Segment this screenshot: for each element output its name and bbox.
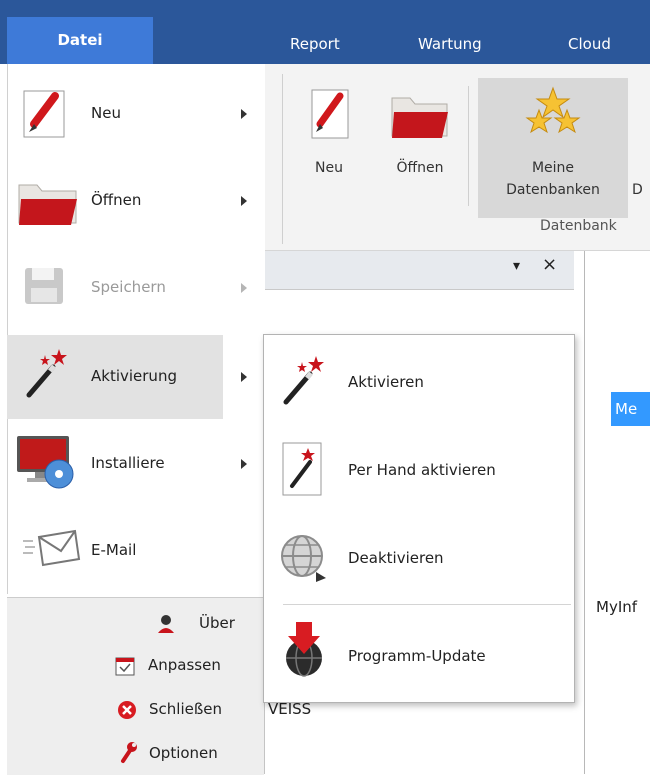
submenu-item-program-update[interactable]: Programm-Update bbox=[266, 610, 571, 694]
ribbon-group-label: Datenbank bbox=[540, 218, 617, 234]
submenu-arrow-icon bbox=[241, 109, 247, 119]
ribbon-open-button[interactable]: Öffnen bbox=[378, 86, 462, 196]
menu-item-activation-label: Aktivierung bbox=[91, 367, 177, 385]
menu-item-open[interactable]: Öffnen bbox=[7, 159, 264, 243]
save-disk-icon bbox=[25, 268, 63, 304]
document-area bbox=[584, 251, 650, 774]
envelope-icon bbox=[23, 529, 81, 567]
menu-item-install[interactable]: Installiere bbox=[7, 422, 264, 506]
stars-icon bbox=[525, 86, 581, 134]
tab-datei[interactable]: Datei bbox=[7, 17, 153, 64]
tab-report[interactable]: Report bbox=[290, 24, 340, 64]
submenu-arrow-icon bbox=[241, 196, 247, 206]
submenu-separator bbox=[283, 604, 571, 605]
close-circle-icon bbox=[118, 701, 136, 719]
menu-item-install-label: Installiere bbox=[91, 454, 165, 472]
ribbon-new-button[interactable]: Neu bbox=[303, 86, 355, 196]
folder-icon bbox=[18, 184, 77, 225]
ribbon-open-label: Öffnen bbox=[396, 160, 444, 176]
menu-item-new[interactable]: Neu bbox=[7, 72, 264, 156]
pane-dropdown-icon[interactable]: ▾ bbox=[513, 258, 520, 274]
ribbon-my-db-line1: Meine bbox=[531, 160, 575, 176]
magic-wand-icon bbox=[26, 349, 67, 398]
menu-item-activation[interactable]: Aktivierung bbox=[7, 335, 264, 419]
submenu-arrow-icon bbox=[241, 372, 247, 382]
submenu-item-deactivate-label: Deaktivieren bbox=[348, 549, 444, 567]
manual-activation-icon bbox=[282, 442, 322, 496]
ribbon-my-db-line2: Datenbanken bbox=[506, 182, 600, 198]
options-button[interactable]: Optionen bbox=[117, 739, 257, 767]
update-globe-icon bbox=[286, 622, 322, 677]
submenu-item-activate[interactable]: Aktivieren bbox=[266, 340, 571, 424]
folder-icon bbox=[391, 97, 448, 138]
ribbon-divider bbox=[468, 86, 469, 206]
user-icon bbox=[158, 615, 174, 633]
document-selection[interactable]: Me bbox=[611, 392, 650, 426]
ribbon-my-databases-button[interactable]: Meine Datenbanken bbox=[478, 78, 628, 218]
submenu-item-manual-activate[interactable]: Per Hand aktivieren bbox=[266, 428, 571, 512]
magic-wand-icon bbox=[283, 356, 324, 405]
calendar-icon bbox=[115, 657, 135, 676]
document-text-myinfo: MyInf bbox=[596, 598, 638, 616]
tab-cloud[interactable]: Cloud bbox=[568, 24, 611, 64]
pane-header bbox=[264, 251, 574, 290]
menu-item-new-label: Neu bbox=[91, 104, 121, 122]
about-button[interactable]: Über bbox=[155, 611, 255, 639]
new-document-icon bbox=[23, 90, 65, 138]
menu-item-save[interactable]: Speichern bbox=[7, 246, 264, 330]
tab-wartung[interactable]: Wartung bbox=[418, 24, 482, 64]
customize-label: Anpassen bbox=[148, 656, 221, 674]
ribbon-new-label: Neu bbox=[315, 160, 343, 176]
options-label: Optionen bbox=[149, 744, 218, 762]
menu-item-email[interactable]: E-Mail bbox=[7, 509, 264, 593]
globe-icon bbox=[281, 535, 326, 582]
menu-item-email-label: E-Mail bbox=[91, 541, 137, 559]
close-label: Schließen bbox=[149, 700, 223, 718]
submenu-arrow-icon bbox=[241, 459, 247, 469]
monitor-cd-icon bbox=[17, 436, 74, 489]
submenu-item-deactivate[interactable]: Deaktivieren bbox=[266, 516, 571, 600]
submenu-item-activate-label: Aktivieren bbox=[348, 373, 424, 391]
customize-button[interactable]: Anpassen bbox=[114, 653, 254, 681]
wrench-icon bbox=[121, 742, 137, 763]
pane-close-icon[interactable]: × bbox=[542, 256, 557, 274]
ribbon-left-divider bbox=[282, 74, 283, 244]
menu-item-open-label: Öffnen bbox=[91, 191, 142, 209]
submenu-item-manual-activate-label: Per Hand aktivieren bbox=[348, 461, 496, 479]
submenu-arrow-icon bbox=[241, 283, 247, 293]
new-document-icon bbox=[311, 89, 349, 139]
about-label: Über bbox=[199, 614, 235, 632]
ribbon-partial-label: D bbox=[632, 182, 643, 198]
submenu-item-program-update-label: Programm-Update bbox=[348, 647, 486, 665]
close-button[interactable]: Schließen bbox=[117, 697, 257, 725]
menu-item-save-label: Speichern bbox=[91, 278, 166, 296]
